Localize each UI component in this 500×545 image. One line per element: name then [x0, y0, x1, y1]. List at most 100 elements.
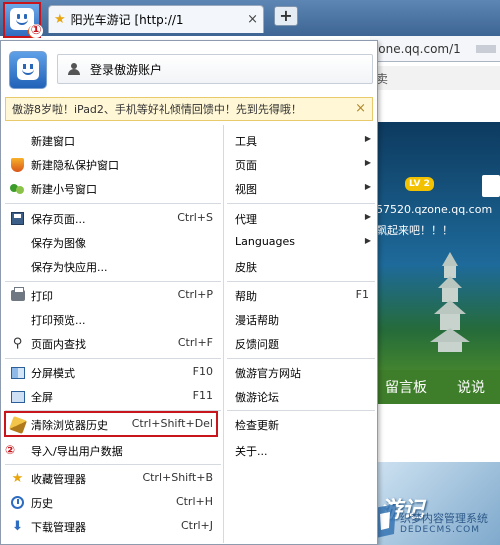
level-badge: LV 2: [405, 177, 434, 191]
page-button[interactable]: [482, 175, 500, 197]
menu-item-save-page[interactable]: 保存页面... Ctrl+S: [1, 207, 221, 229]
account-row: 登录傲游账户: [9, 51, 373, 89]
menu-item-forum[interactable]: 傲游论坛: [227, 385, 377, 407]
address-text: zone.qq.com/1: [372, 42, 461, 56]
users-icon: [10, 181, 25, 196]
menu-item-help[interactable]: 帮助 F1: [227, 284, 377, 306]
menu-separator: [5, 281, 221, 282]
menu-item-check-updates[interactable]: 检查更新: [227, 413, 377, 435]
tab-bar: ★ ★ 阳光车游记 [http://1 × +: [0, 0, 500, 38]
submenu-arrow-icon: ▶: [364, 236, 371, 245]
menu-item-shortcut: Ctrl+P: [177, 288, 213, 301]
web-page-background: 卖 LV 2 57520.qzone.qq.com 飙起来吧！！！ 留言板 说说…: [370, 62, 500, 545]
browser-tab[interactable]: ★ 阳光车游记 [http://1 ×: [48, 5, 264, 33]
menu-item-favorites-manager[interactable]: ★ 收藏管理器 Ctrl+Shift+B: [1, 467, 221, 489]
watermark-text: 织梦内容管理系统: [400, 512, 488, 525]
submenu-arrow-icon: ▶: [364, 212, 371, 221]
menu-item-shortcut: Ctrl+S: [177, 211, 213, 224]
menu-item-save-as-quick-app[interactable]: 保存为快应用...: [1, 255, 221, 277]
menu-item-label: 保存为快应用...: [31, 261, 108, 274]
menu-item-label: 皮肤: [235, 261, 257, 274]
shield-icon: [10, 157, 25, 172]
menu-item-label: 导入/导出用户数据: [31, 445, 123, 458]
menu-item-view[interactable]: 视图 ▶: [227, 177, 377, 199]
annotation-marker-1: ①: [29, 23, 43, 38]
menu-item-shortcut: Ctrl+Shift+B: [142, 471, 213, 484]
menu-item-official-site[interactable]: 傲游官方网站: [227, 361, 377, 383]
download-icon: ⬇: [12, 519, 23, 534]
blank-icon: [10, 133, 25, 148]
menu-item-label: 反馈问题: [235, 338, 279, 351]
menu-item-feedback[interactable]: 反馈问题: [227, 332, 377, 354]
person-icon: [68, 63, 80, 75]
menu-item-label: Languages: [235, 235, 296, 248]
menu-item-label: 漫话帮助: [235, 314, 279, 327]
menu-item-label: 分屏模式: [31, 367, 75, 380]
promo-banner[interactable]: 傲游8岁啦！iPad2、手机等好礼倾情回馈中！先到先得哦！ ×: [5, 97, 373, 121]
menu-separator: [5, 203, 221, 204]
printer-icon: [10, 287, 25, 303]
menu-item-label: 帮助: [235, 290, 257, 303]
qzone-nav: 留言板 说说: [370, 370, 500, 404]
promo-close-icon[interactable]: ×: [355, 101, 366, 116]
menu-item-about[interactable]: 关于...: [227, 439, 377, 461]
nav-item-shuoshuo[interactable]: 说说: [457, 377, 485, 397]
menu-item-label: 检查更新: [235, 419, 279, 432]
menu-item-label: 新建小号窗口: [31, 183, 97, 196]
menu-item-proxy[interactable]: 代理 ▶: [227, 207, 377, 229]
main-menu: 登录傲游账户 傲游8岁啦！iPad2、手机等好礼倾情回馈中！先到先得哦！ × 新…: [0, 40, 378, 545]
menu-item-comic-help[interactable]: 漫话帮助: [227, 308, 377, 330]
menu-item-fullscreen[interactable]: 全屏 F11: [1, 385, 221, 407]
menu-item-history[interactable]: 历史 Ctrl+H: [1, 491, 221, 513]
submenu-arrow-icon: ▶: [364, 134, 371, 143]
menu-item-print[interactable]: 打印 Ctrl+P: [1, 284, 221, 306]
menu-item-page[interactable]: 页面 ▶: [227, 153, 377, 175]
menu-item-label: 打印: [31, 290, 53, 303]
menu-item-shortcut: F11: [192, 389, 213, 402]
menu-separator: [5, 464, 221, 465]
menu-separator: [227, 358, 375, 359]
page-strip: 卖: [370, 66, 500, 90]
nav-item-guestbook[interactable]: 留言板: [385, 377, 427, 397]
highlight-box: [4, 411, 218, 437]
menu-item-label: 傲游官方网站: [235, 367, 301, 380]
tab-title: 阳光车游记 [http://1: [70, 13, 184, 27]
menu-item-shortcut: Ctrl+H: [175, 495, 213, 508]
menu-item-label: 打印预览...: [31, 314, 86, 327]
avatar[interactable]: [9, 51, 47, 89]
star-icon: ★: [11, 471, 24, 486]
menu-item-save-as-image[interactable]: 保存为图像: [1, 231, 221, 253]
new-tab-button[interactable]: +: [274, 6, 298, 26]
binoculars-icon: ⚲: [12, 336, 23, 351]
menu-item-shortcut: Ctrl+J: [180, 519, 213, 532]
menu-item-label: 新建窗口: [31, 135, 75, 148]
page-slogan: 飙起来吧！！！: [376, 224, 453, 237]
menu-item-label: 页面: [235, 159, 257, 172]
login-button[interactable]: 登录傲游账户: [57, 54, 373, 84]
menu-separator: [227, 281, 375, 282]
menu-item-new-private-window[interactable]: 新建隐私保护窗口: [1, 153, 221, 175]
split-screen-icon: [10, 365, 25, 380]
favorite-star-icon: ★: [54, 12, 66, 27]
menu-item-print-preview[interactable]: 打印预览...: [1, 308, 221, 330]
address-bar[interactable]: zone.qq.com/1: [370, 36, 500, 62]
menu-item-label: 全屏: [31, 391, 53, 404]
tab-close-button[interactable]: ×: [247, 12, 258, 27]
menu-item-new-alt-account-window[interactable]: 新建小号窗口: [1, 177, 221, 199]
menu-item-tools[interactable]: 工具 ▶: [227, 129, 377, 151]
submenu-arrow-icon: ▶: [364, 182, 371, 191]
menu-separator: [227, 203, 375, 204]
menu-item-languages[interactable]: Languages ▶: [227, 231, 377, 253]
menu-item-new-window[interactable]: 新建窗口: [1, 129, 221, 151]
menu-item-find-in-page[interactable]: ⚲ 页面内查找 Ctrl+F: [1, 332, 221, 354]
column-divider: [223, 125, 224, 543]
menu-item-split-screen[interactable]: 分屏模式 F10: [1, 361, 221, 383]
clock-icon: [10, 495, 25, 510]
address-blur: [476, 45, 496, 53]
menu-item-skins[interactable]: 皮肤: [227, 255, 377, 277]
menu-item-label: 下载管理器: [31, 521, 86, 534]
menu-item-import-export[interactable]: 导入/导出用户数据: [1, 439, 221, 461]
menu-item-label: 新建隐私保护窗口: [31, 159, 119, 172]
menu-item-label: 保存为图像: [31, 237, 86, 250]
menu-item-download-manager[interactable]: ⬇ 下载管理器 Ctrl+J: [1, 515, 221, 537]
